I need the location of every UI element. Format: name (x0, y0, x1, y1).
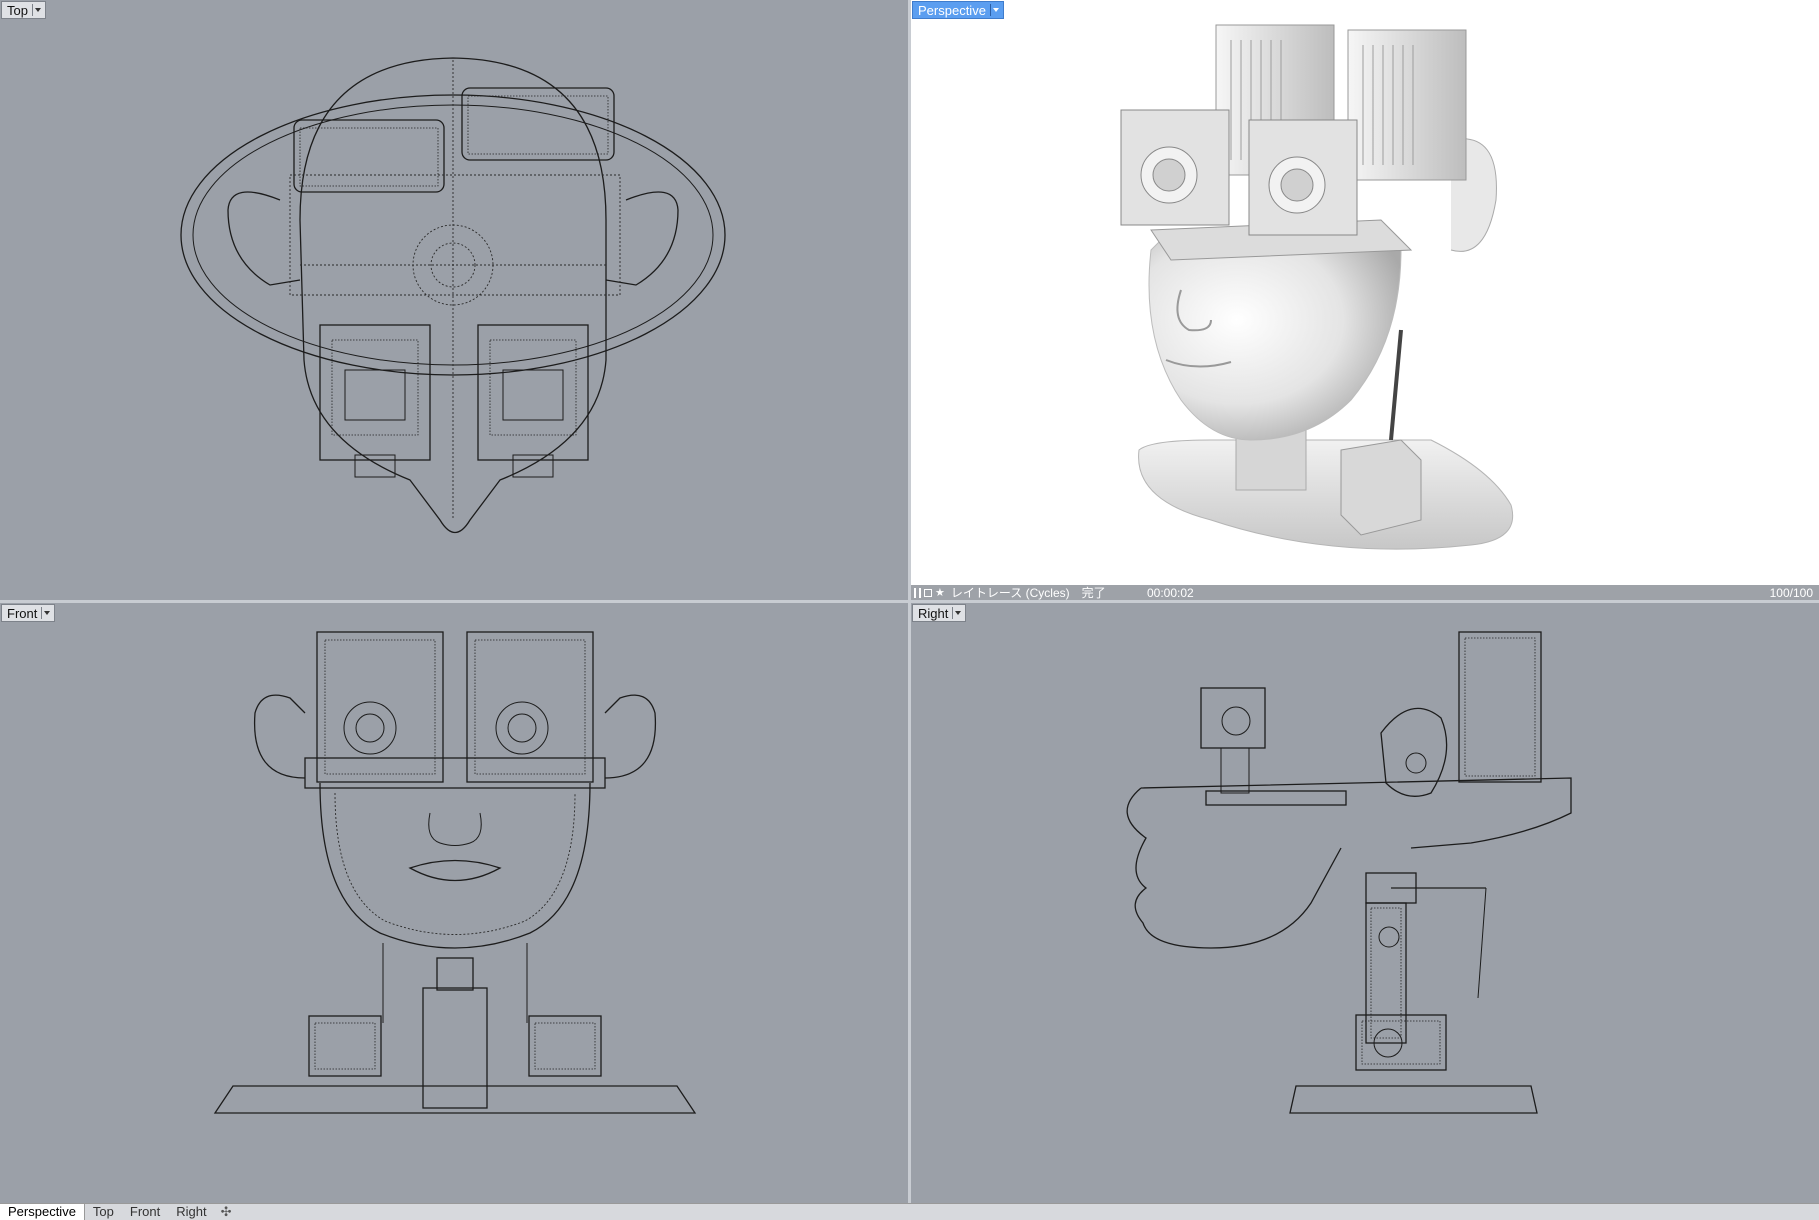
chevron-down-icon[interactable] (31, 4, 42, 16)
viewport-tab-bar: Perspective Top Front Right ✣ (0, 1203, 1819, 1220)
viewport-front-title: Front (7, 605, 38, 621)
viewport-right-label[interactable]: Right (912, 604, 967, 622)
render-status-message: レイトレース (Cycles) 完了 (950, 586, 1106, 600)
chevron-down-icon[interactable] (952, 607, 962, 619)
render-status-bar: ★ レイトレース (Cycles) 完了 00:00:02 100/100 (911, 585, 1819, 600)
top-view-wireframe (180, 57, 726, 534)
viewport-perspective[interactable]: Perspective ★ レイトレース (Cycles) 完了 00:00:0… (911, 0, 1819, 600)
tab-top[interactable]: Top (85, 1204, 122, 1220)
viewport-top[interactable]: Top (0, 0, 908, 600)
plus-icon[interactable]: ✣ (215, 1204, 238, 1220)
pause-icon[interactable] (914, 587, 921, 598)
lock-icon[interactable] (924, 588, 932, 597)
front-view-wireframe (213, 631, 697, 1114)
render-progress: 100/100 (1769, 585, 1813, 600)
tab-perspective[interactable]: Perspective (0, 1204, 85, 1220)
tab-front[interactable]: Front (122, 1204, 168, 1220)
chevron-down-icon[interactable] (989, 4, 1000, 16)
chevron-down-icon[interactable] (41, 607, 51, 619)
viewport-perspective-title: Perspective (918, 2, 986, 18)
viewport-top-title: Top (7, 2, 28, 18)
viewport-perspective-label[interactable]: Perspective (912, 1, 1004, 19)
viewport-front-label[interactable]: Front (1, 604, 56, 622)
tab-right[interactable]: Right (168, 1204, 214, 1220)
rendered-robot-head (1120, 24, 1513, 550)
viewport-top-label[interactable]: Top (1, 1, 46, 19)
right-view-wireframe (1126, 631, 1572, 1114)
viewport-front[interactable]: Front (0, 603, 908, 1203)
viewport-right-title: Right (918, 605, 949, 621)
viewport-right[interactable]: Right (911, 603, 1819, 1203)
star-icon[interactable]: ★ (935, 586, 945, 599)
render-time: 00:00:02 (1147, 585, 1194, 600)
